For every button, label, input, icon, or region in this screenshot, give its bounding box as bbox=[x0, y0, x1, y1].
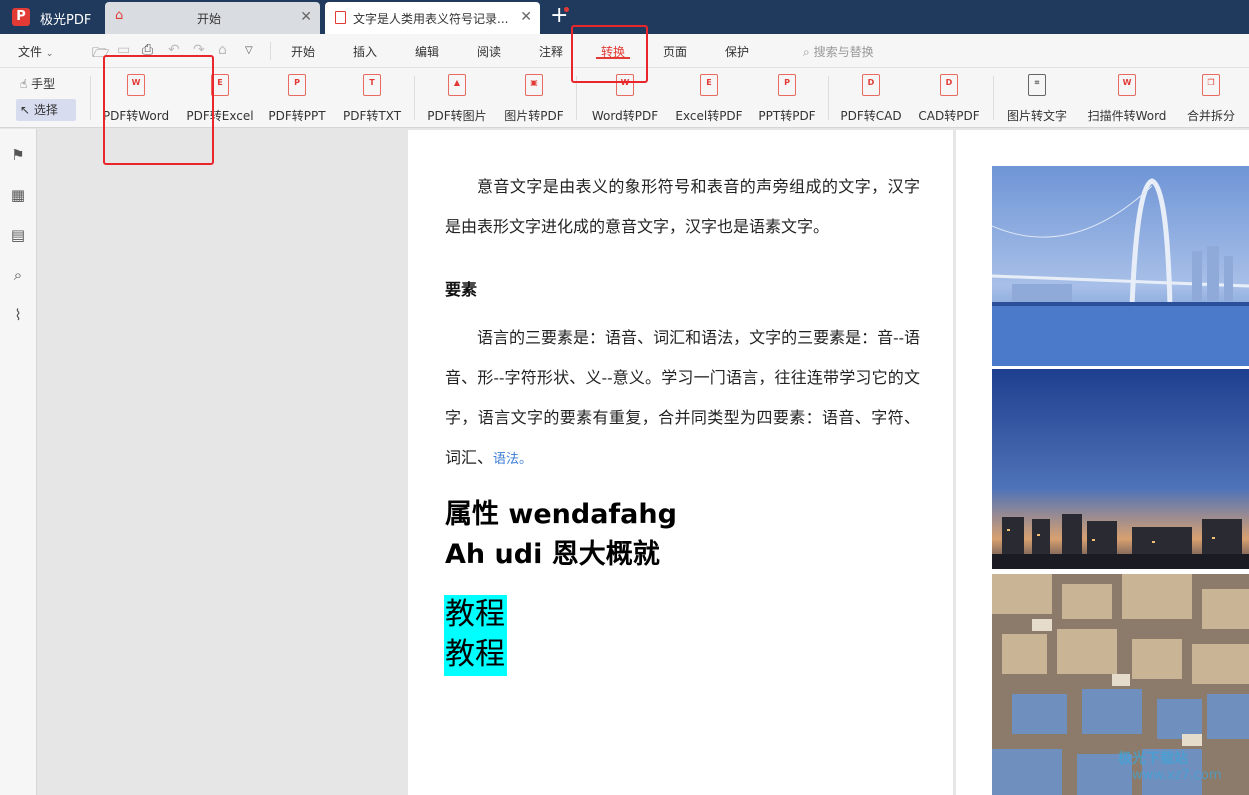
home-nav-icon[interactable]: ⌂ bbox=[218, 42, 227, 58]
image-to-pdf-icon: ▣ bbox=[525, 74, 543, 96]
hand-label: 手型 bbox=[31, 77, 56, 91]
menu-protect[interactable]: 保护 bbox=[725, 43, 749, 60]
excel-to-pdf-button[interactable]: E Excel转PDF bbox=[673, 74, 745, 126]
menu-read[interactable]: 阅读 bbox=[477, 43, 501, 60]
button-label: 合并拆分 bbox=[1186, 109, 1235, 123]
highlighted-line-2: 教程 bbox=[445, 637, 505, 672]
cad-to-pdf-button[interactable]: D CAD转PDF bbox=[916, 74, 982, 126]
app-logo-icon: P bbox=[12, 8, 30, 26]
button-label: Word转PDF bbox=[591, 109, 659, 123]
search-icon[interactable]: ⌕ bbox=[10, 267, 26, 283]
hand-tool-button[interactable]: ☝ 手型 bbox=[16, 73, 76, 95]
watermark-url: www.xz7.com bbox=[1132, 768, 1222, 783]
bookmark-icon[interactable]: ⚑ bbox=[10, 147, 26, 163]
image-to-text-icon: ⌗ bbox=[1028, 74, 1046, 96]
divider bbox=[90, 76, 91, 120]
cursor-icon: ↖ bbox=[20, 103, 31, 117]
button-label: 扫描件转Word bbox=[1087, 109, 1167, 123]
button-label: PDF转图片 bbox=[427, 109, 487, 123]
pdf-to-txt-button[interactable]: T PDF转TXT bbox=[341, 74, 403, 126]
menu-start[interactable]: 开始 bbox=[291, 43, 315, 60]
divider bbox=[414, 76, 415, 120]
tab-label: 开始 bbox=[197, 12, 222, 26]
scan-to-word-button[interactable]: W 扫描件转Word bbox=[1083, 74, 1171, 126]
paragraph-2: 语言的三要素是：语音、词汇和语法，文字的三要素是：音--语音、形--字符形状、义… bbox=[445, 318, 920, 480]
heading-line-2: Ah udi 恩大概就 bbox=[445, 539, 660, 570]
watermark: 极光下载站 bbox=[1118, 751, 1188, 767]
home-icon: ⌂ bbox=[115, 8, 124, 23]
document-page: 意音文字是由表义的象形符号和表音的声旁组成的文字，汉字是由表形文字进化成的意音文… bbox=[408, 130, 953, 795]
select-label: 选择 bbox=[33, 103, 58, 117]
chevron-down-icon: ⌄ bbox=[45, 49, 54, 59]
annotation-box-pdf-to-word bbox=[103, 55, 214, 165]
pdf-to-image-button[interactable]: ▲ PDF转图片 bbox=[425, 74, 489, 126]
button-label: PDF转CAD bbox=[840, 109, 902, 123]
ppt-to-pdf-button[interactable]: P PPT转PDF bbox=[755, 74, 819, 126]
close-tab-icon[interactable]: ✕ bbox=[520, 9, 532, 25]
comments-icon[interactable]: ▤ bbox=[10, 227, 26, 243]
tab-home[interactable]: ⌂ 开始 ✕ bbox=[105, 2, 320, 34]
section-title: 要素 bbox=[445, 280, 478, 299]
excel-to-pdf-icon: E bbox=[700, 74, 718, 96]
document-page-2 bbox=[956, 130, 1249, 795]
city-dusk-photo bbox=[992, 369, 1249, 569]
search-placeholder: 搜索与替换 bbox=[813, 45, 874, 59]
grammar-link[interactable]: 语法。 bbox=[493, 452, 532, 467]
divider bbox=[828, 76, 829, 120]
pdf-to-ppt-button[interactable]: P PDF转PPT bbox=[266, 74, 328, 126]
menu-page[interactable]: 页面 bbox=[663, 43, 687, 60]
cad-to-pdf-icon: D bbox=[940, 74, 958, 96]
search-replace-input[interactable]: ⌕ 搜索与替换 bbox=[803, 43, 874, 60]
button-label: Excel转PDF bbox=[675, 109, 743, 123]
hand-icon: ☝ bbox=[20, 77, 28, 91]
paragraph-1: 意音文字是由表义的象形符号和表音的声旁组成的文字，汉字是由表形文字进化成的意音文… bbox=[445, 177, 920, 236]
merge-split-icon: ❐ bbox=[1202, 74, 1220, 96]
divider bbox=[993, 76, 994, 120]
tab-document[interactable]: 文字是人类用表义符号记录... ✕ bbox=[325, 2, 540, 34]
pdf-to-cad-icon: D bbox=[862, 74, 880, 96]
pdf-to-image-icon: ▲ bbox=[448, 74, 466, 96]
select-tool-button[interactable]: ↖ 选择 bbox=[16, 99, 76, 121]
highlighted-line-1: 教程 bbox=[445, 597, 505, 632]
annotation-box-convert-tab bbox=[571, 25, 648, 83]
file-menu[interactable]: 文件 ⌄ bbox=[18, 43, 53, 60]
attachment-icon[interactable]: ⌇ bbox=[10, 307, 26, 323]
image-to-pdf-button[interactable]: ▣ 图片转PDF bbox=[502, 74, 566, 126]
heading-line-1: 属性 wendafahg bbox=[445, 499, 677, 530]
app-name: 极光PDF bbox=[40, 13, 92, 28]
file-menu-label: 文件 bbox=[18, 45, 43, 59]
close-tab-icon[interactable]: ✕ bbox=[300, 9, 312, 25]
menu-annotate[interactable]: 注释 bbox=[539, 43, 563, 60]
thumbnails-icon[interactable]: ▦ bbox=[10, 187, 26, 203]
scan-to-word-icon: W bbox=[1118, 74, 1136, 96]
button-label: PDF转TXT bbox=[342, 109, 402, 123]
customize-dropdown-icon[interactable]: ▽ bbox=[245, 45, 253, 56]
button-label: CAD转PDF bbox=[918, 109, 980, 123]
divider bbox=[270, 42, 271, 60]
paragraph-2-text: 语言的三要素是：语音、词汇和语法，文字的三要素是：音--语音、形--字符形状、义… bbox=[445, 328, 920, 467]
merge-split-button[interactable]: ❐ 合并拆分 bbox=[1182, 74, 1240, 126]
bridge-photo bbox=[992, 166, 1249, 366]
button-label: PDF转PPT bbox=[268, 109, 326, 123]
menu-insert[interactable]: 插入 bbox=[353, 43, 377, 60]
button-label: 图片转文字 bbox=[1006, 109, 1067, 123]
image-to-text-button[interactable]: ⌗ 图片转文字 bbox=[1003, 74, 1071, 126]
menu-edit[interactable]: 编辑 bbox=[415, 43, 439, 60]
ppt-to-pdf-icon: P bbox=[778, 74, 796, 96]
search-icon: ⌕ bbox=[803, 45, 810, 59]
pdf-to-cad-button[interactable]: D PDF转CAD bbox=[838, 74, 904, 126]
pdf-doc-icon bbox=[335, 11, 346, 24]
left-sidebar: ⚑ ▦ ▤ ⌕ ⌇ bbox=[0, 129, 37, 795]
button-label: 图片转PDF bbox=[504, 109, 564, 123]
notification-dot bbox=[564, 7, 569, 12]
pdf-to-txt-icon: T bbox=[363, 74, 381, 96]
tab-label: 文字是人类用表义符号记录... bbox=[353, 12, 509, 26]
pdf-to-ppt-icon: P bbox=[288, 74, 306, 96]
button-label: PPT转PDF bbox=[758, 109, 816, 123]
